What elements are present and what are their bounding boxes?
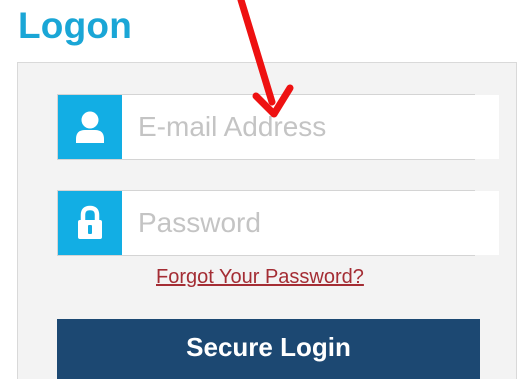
email-input[interactable] — [122, 95, 499, 159]
secure-login-button[interactable]: Secure Login — [57, 319, 480, 379]
password-field[interactable] — [57, 190, 499, 256]
lock-icon — [58, 191, 122, 255]
page-title: Logon — [18, 5, 133, 46]
user-icon — [58, 95, 122, 159]
password-input[interactable] — [122, 191, 499, 255]
logon-screen: Logon Forgot Your Password? Secure Login — [0, 0, 524, 379]
email-field[interactable] — [57, 94, 499, 160]
forgot-password-link[interactable]: Forgot Your Password? — [156, 265, 364, 289]
